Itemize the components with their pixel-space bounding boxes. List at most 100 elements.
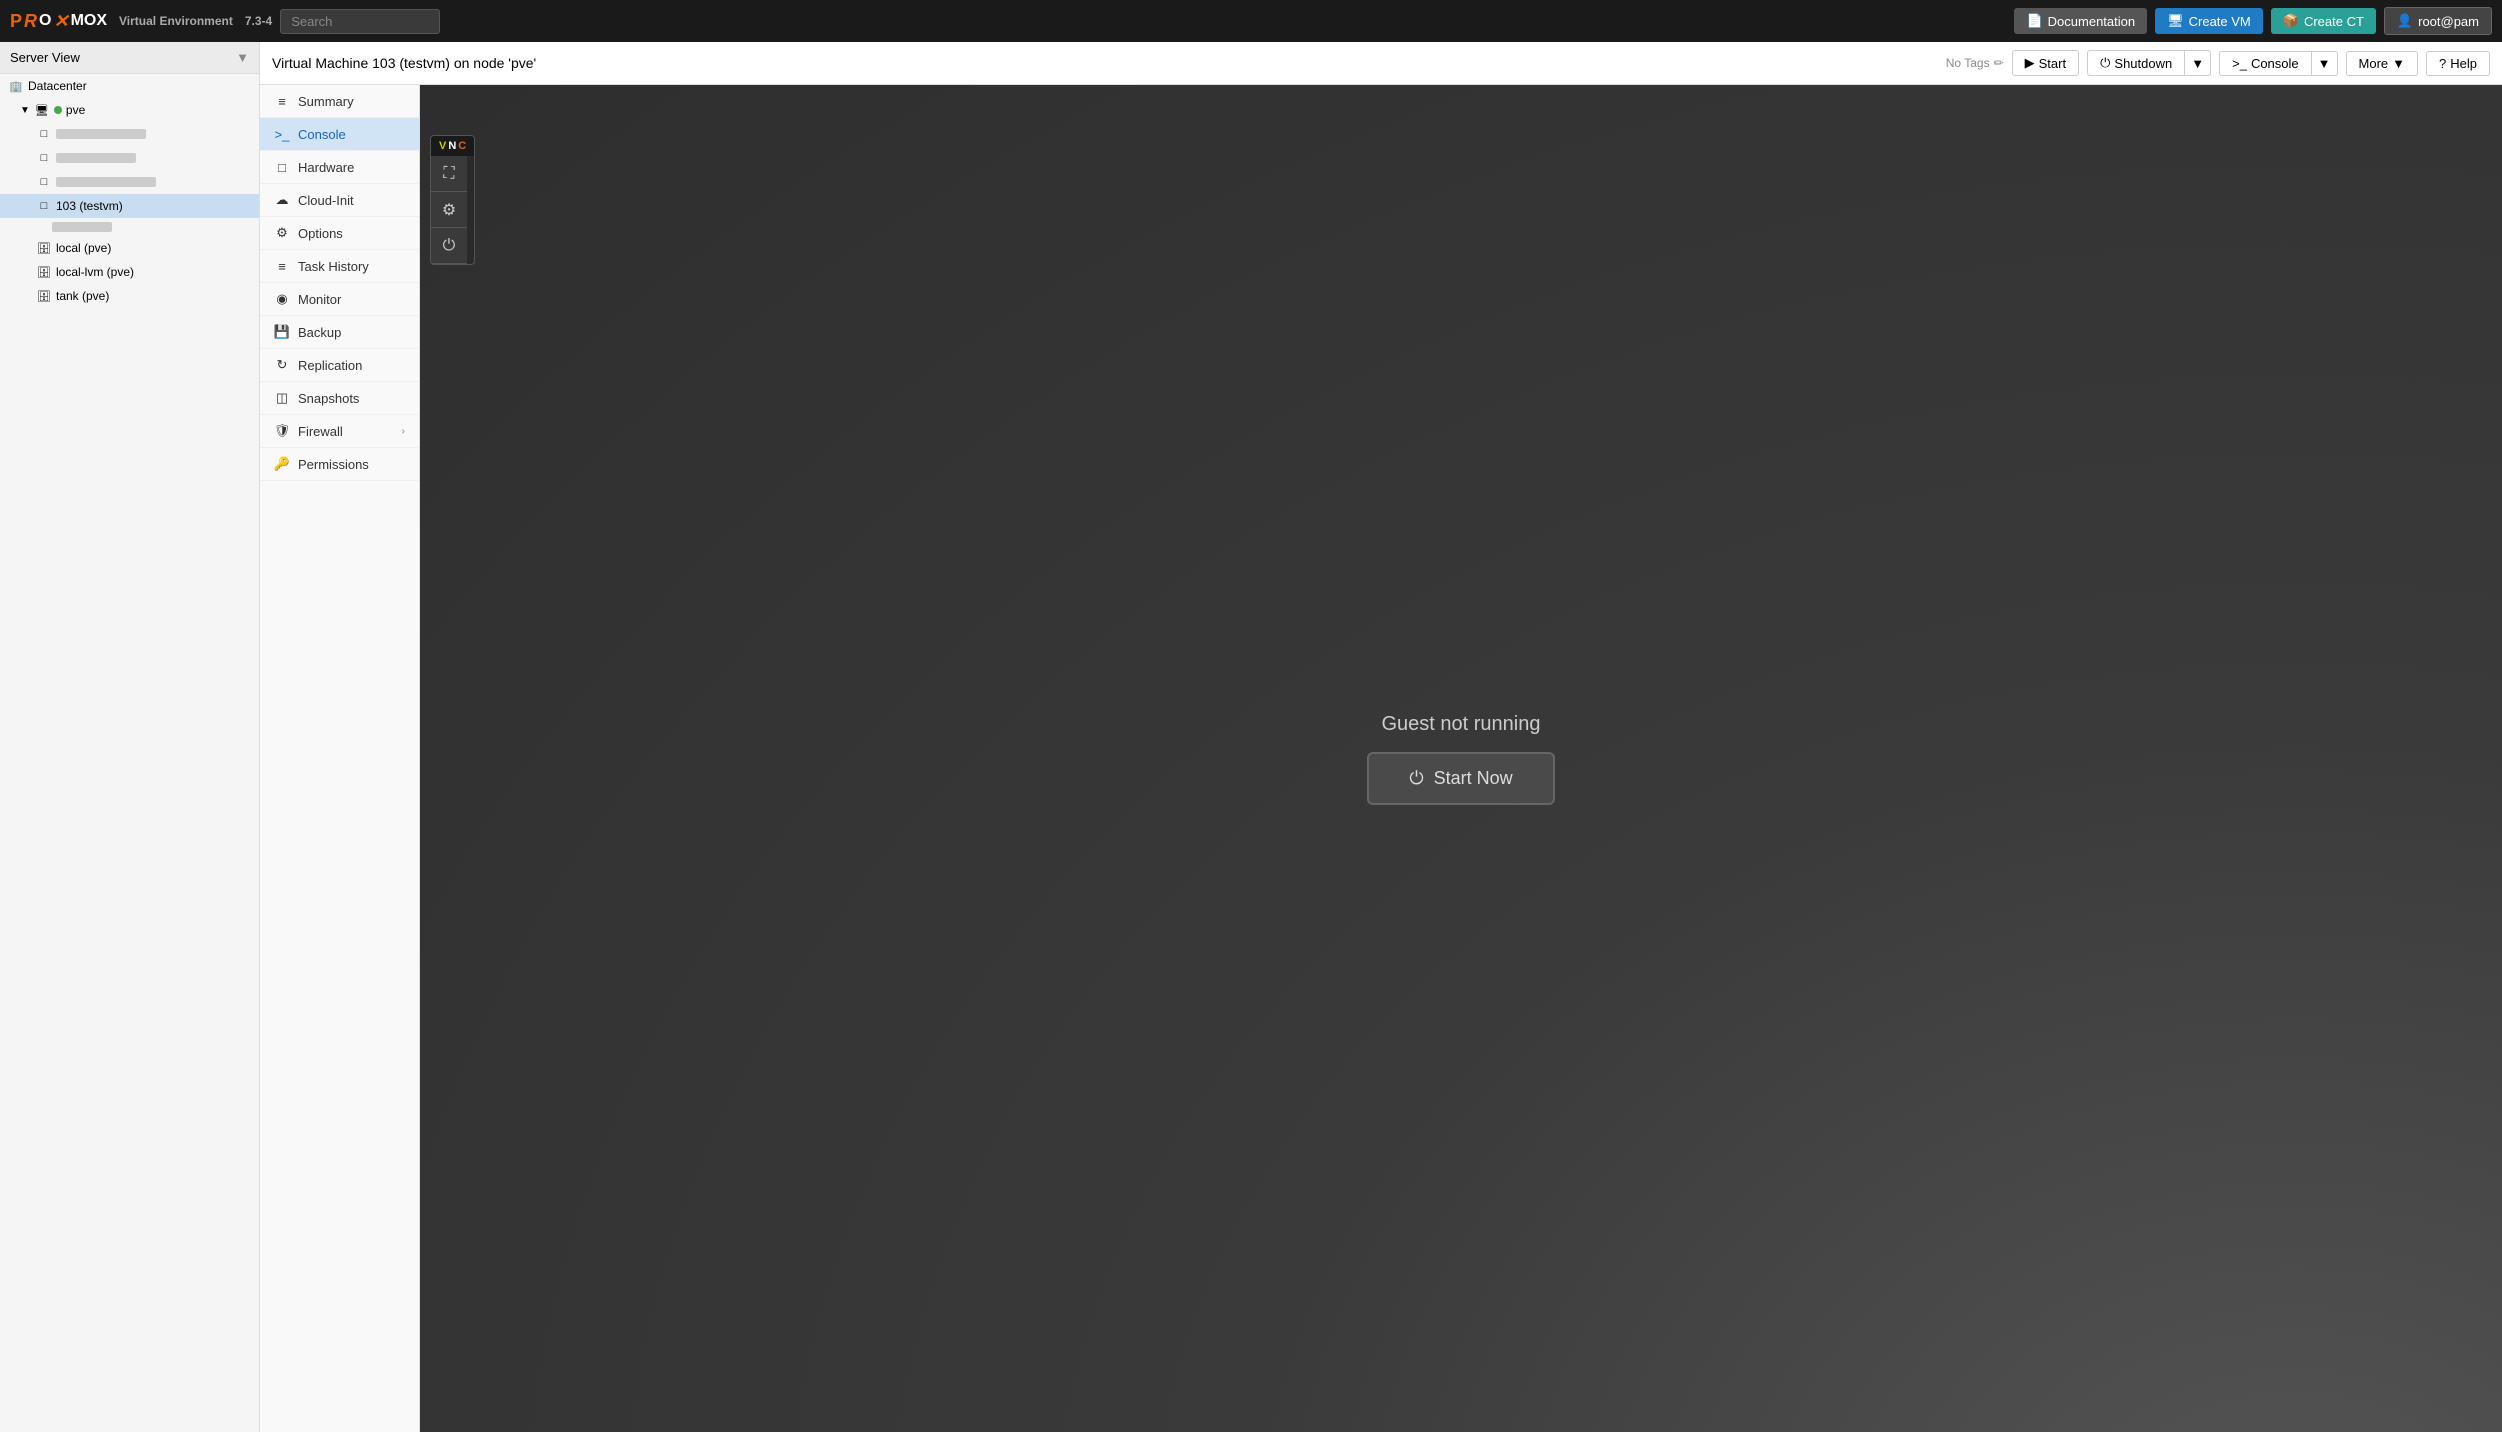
start-now-button[interactable]: ⏻ Start Now (1367, 752, 1554, 805)
expand-icon: ▼ (20, 105, 30, 116)
server-view-label: Server View (10, 50, 80, 65)
create-vm-icon: 🖥 (2167, 13, 2184, 29)
documentation-button[interactable]: 📄 Documentation (2014, 8, 2147, 34)
cloud-init-icon: ☁ (274, 192, 290, 208)
nav-item-snapshots[interactable]: ◫ Snapshots (260, 382, 419, 415)
create-ct-icon: 📦 (2283, 13, 2299, 29)
sidebar: Server View ▼ 🏢 Datacenter ▼ 🖥 pve □ □ □ (0, 42, 260, 1432)
sidebar-item-sub-blurred[interactable] (0, 218, 259, 236)
search-input[interactable] (280, 9, 440, 34)
nav-item-options[interactable]: ⚙ Options (260, 217, 419, 250)
user-icon: 👤 (2397, 13, 2413, 29)
vnc-panel: V N C ⛶ ⚙ ⏻ (430, 135, 475, 265)
options-icon: ⚙ (274, 225, 290, 241)
logo-area: P R O ✕ MOX Virtual Environment 7.3-4 (10, 11, 272, 32)
play-icon: ▶ (2025, 55, 2035, 71)
storage-icon-lvm: 🗄 (36, 264, 52, 280)
sidebar-item-local-lvm[interactable]: 🗄 local-lvm (pve) (0, 260, 259, 284)
sub-label-blurred (52, 222, 112, 232)
summary-icon: ≡ (274, 93, 290, 109)
storage-icon-tank: 🗄 (36, 288, 52, 304)
nav-menu: ≡ Summary >_ Console □ Hardware ☁ Cloud-… (260, 85, 420, 1432)
app-version: Virtual Environment (119, 14, 233, 28)
navbar: P R O ✕ MOX Virtual Environment 7.3-4 📄 … (0, 0, 2502, 42)
nav-item-cloud-init[interactable]: ☁ Cloud-Init (260, 184, 419, 217)
nav-item-permissions[interactable]: 🔑 Permissions (260, 448, 419, 481)
nav-item-hardware[interactable]: □ Hardware (260, 151, 419, 184)
nav-item-summary[interactable]: ≡ Summary (260, 85, 419, 118)
app-version-number: 7.3-4 (245, 14, 272, 28)
nav-item-monitor[interactable]: ◉ Monitor (260, 283, 419, 316)
sidebar-item-vm-blurred-2[interactable]: □ (0, 146, 259, 170)
sidebar-item-pve[interactable]: ▼ 🖥 pve (0, 98, 259, 122)
more-button[interactable]: More ▼ (2346, 51, 2419, 76)
console-icon: >_ (2232, 56, 2247, 71)
storage-icon-local: 🗄 (36, 240, 52, 256)
vm-icon-103: □ (36, 198, 52, 214)
nav-item-console[interactable]: >_ Console (260, 118, 419, 151)
pve-label: pve (66, 103, 85, 117)
nav-item-backup[interactable]: 💾 Backup (260, 316, 419, 349)
vnc-power-button[interactable]: ⏻ (431, 228, 467, 264)
hardware-icon: □ (274, 159, 290, 175)
lower-area: ≡ Summary >_ Console □ Hardware ☁ Cloud-… (260, 85, 2502, 1432)
vm-icon-2: □ (36, 150, 52, 166)
sidebar-item-tank[interactable]: 🗄 tank (pve) (0, 284, 259, 308)
firewall-arrow-icon: › (402, 426, 405, 437)
help-button[interactable]: ? Help (2426, 51, 2490, 76)
proxmox-logo: P R O ✕ MOX (10, 11, 107, 32)
permissions-icon: 🔑 (274, 456, 290, 472)
console-button[interactable]: >_ Console (2219, 51, 2311, 76)
server-view-header: Server View ▼ (0, 42, 259, 74)
help-icon: ? (2439, 56, 2446, 71)
shutdown-dropdown-button[interactable]: ▼ (2184, 50, 2211, 76)
shutdown-group: ⏻ Shutdown ▼ (2087, 50, 2211, 76)
start-button[interactable]: ▶ Start (2012, 50, 2079, 76)
sidebar-item-vm-103[interactable]: □ 103 (testvm) (0, 194, 259, 218)
task-history-icon: ≡ (274, 258, 290, 274)
replication-icon: ↻ (274, 357, 290, 373)
sidebar-item-vm-blurred-3[interactable]: □ (0, 170, 259, 194)
shutdown-button[interactable]: ⏻ Shutdown (2087, 50, 2184, 76)
sidebar-item-datacenter[interactable]: 🏢 Datacenter (0, 74, 259, 98)
edit-tags-icon[interactable]: ✏ (1994, 56, 2004, 70)
vm-label-blurred-3 (56, 177, 156, 187)
nav-item-replication[interactable]: ↻ Replication (260, 349, 419, 382)
datacenter-label: Datacenter (28, 79, 87, 93)
vnc-settings-button[interactable]: ⚙ (431, 192, 467, 228)
guest-not-running-text: Guest not running (1382, 713, 1541, 736)
vm-icon-1: □ (36, 126, 52, 142)
vm-label-blurred-2 (56, 153, 136, 163)
vnc-fullscreen-button[interactable]: ⛶ (431, 156, 467, 192)
create-ct-button[interactable]: 📦 Create CT (2271, 8, 2376, 34)
console-group: >_ Console ▼ (2219, 51, 2337, 76)
console-dropdown-button[interactable]: ▼ (2311, 51, 2338, 76)
datacenter-icon: 🏢 (8, 78, 24, 94)
nav-item-task-history[interactable]: ≡ Task History (260, 250, 419, 283)
console-menu-icon: >_ (274, 126, 290, 142)
snapshots-icon: ◫ (274, 390, 290, 406)
dropdown-icon[interactable]: ▼ (236, 50, 249, 65)
vm-label-blurred-1 (56, 129, 146, 139)
main-layout: Server View ▼ 🏢 Datacenter ▼ 🖥 pve □ □ □ (0, 42, 2502, 1432)
user-button[interactable]: 👤 root@pam (2384, 7, 2492, 35)
vm-103-label: 103 (testvm) (56, 199, 123, 213)
console-panel: V N C ⛶ ⚙ ⏻ Guest not running ⏻ Start No… (420, 85, 2502, 1432)
create-vm-button[interactable]: 🖥 Create VM (2155, 8, 2263, 34)
sidebar-item-vm-blurred-1[interactable]: □ (0, 122, 259, 146)
doc-icon: 📄 (2026, 13, 2042, 29)
vnc-label: V N C (431, 136, 474, 156)
pve-icon: 🖥 (34, 102, 50, 118)
pve-status-dot (54, 106, 62, 114)
monitor-icon: ◉ (274, 291, 290, 307)
content-area: Virtual Machine 103 (testvm) on node 'pv… (260, 42, 2502, 1432)
more-dropdown-icon: ▼ (2392, 56, 2405, 71)
start-now-power-icon: ⏻ (1409, 768, 1423, 789)
sidebar-item-local[interactable]: 🗄 local (pve) (0, 236, 259, 260)
nav-item-firewall[interactable]: 🛡 Firewall › (260, 415, 419, 448)
content-toolbar: Virtual Machine 103 (testvm) on node 'pv… (260, 42, 2502, 85)
backup-icon: 💾 (274, 324, 290, 340)
no-tags: No Tags ✏ (1946, 56, 2004, 70)
guest-status: Guest not running ⏻ Start Now (1367, 713, 1554, 805)
firewall-icon: 🛡 (274, 423, 290, 439)
